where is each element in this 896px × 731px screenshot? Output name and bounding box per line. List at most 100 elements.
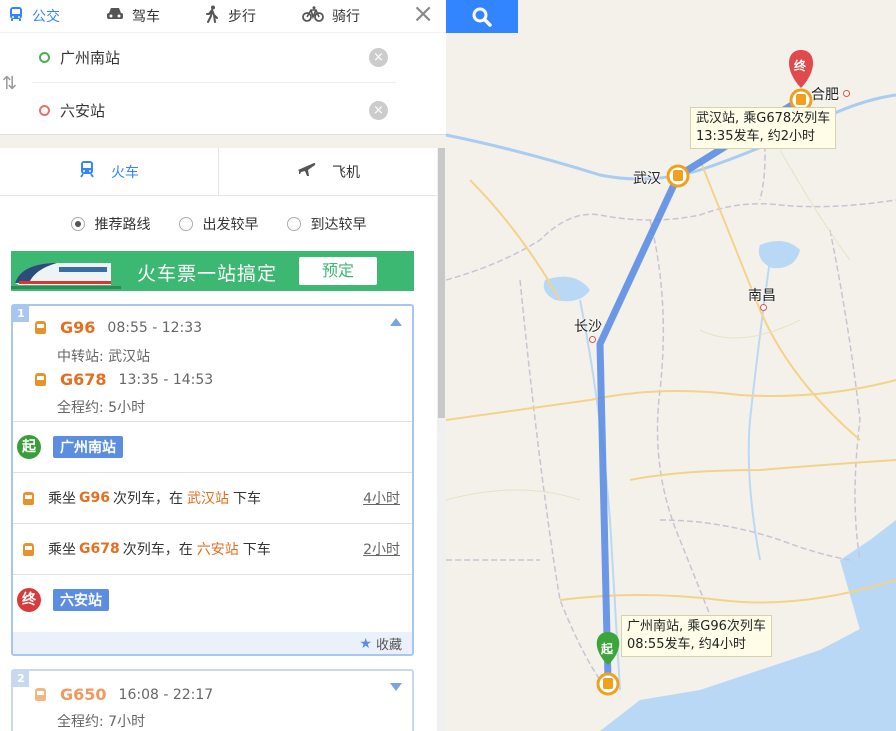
train-small-icon [35, 321, 46, 334]
train-small-icon [23, 491, 34, 505]
bike-icon [302, 6, 324, 26]
start-pin-label: 起 [601, 642, 614, 656]
route-input-panel: ⇅ 广州南站 × 六安站 × [0, 33, 446, 135]
close-icon[interactable]: × [412, 1, 434, 27]
search-button[interactable] [446, 0, 518, 33]
total-duration: 全程约: 5小时 [57, 400, 146, 416]
end-station-chip[interactable]: 六安站 [53, 589, 109, 611]
city-label-nanchang: 南昌 [748, 288, 776, 304]
origin-input[interactable]: 广州南站 [60, 47, 369, 68]
radio-icon [178, 217, 193, 231]
train-small-icon [35, 373, 46, 386]
step-suffix: 下车 [232, 491, 261, 507]
start-station-chip[interactable]: 广州南站 [53, 436, 123, 458]
radio-icon [286, 217, 301, 231]
origin-dot-icon [39, 52, 50, 63]
train-time: 13:35 - 14:53 [118, 371, 214, 388]
plan-card-2[interactable]: 2 G650 16:08 - 22:17 全程约: 7小时 [11, 669, 414, 731]
step-prefix: 乘坐 [48, 542, 76, 558]
plan-index: 2 [13, 671, 29, 687]
mode-tab-walk-label: 步行 [228, 9, 256, 25]
city-label-hefei: 合肥 [811, 87, 839, 103]
mode-tab-bike[interactable]: 骑行 [294, 0, 392, 32]
end-badge-icon: 终 [17, 588, 41, 612]
step-duration-link[interactable]: 2小时 [363, 539, 400, 559]
city-label-changsha: 长沙 [574, 319, 602, 335]
train-number: G678 [60, 370, 107, 389]
clear-origin-icon[interactable]: × [369, 48, 388, 67]
step-station: 武汉站 [186, 491, 229, 507]
star-icon: ★ [359, 635, 372, 652]
train-ticket-banner[interactable]: 火车票一站搞定 预定 [11, 251, 414, 291]
tooltip-guangzhou: 广州南站, 乘G96次列车 08:55发车, 约4小时 [621, 615, 772, 657]
sort-earliest-arrival[interactable]: 到达较早 [286, 210, 367, 238]
train-number: G650 [60, 685, 107, 704]
collapse-arrow-icon[interactable] [390, 318, 402, 326]
tab-train-label: 火车 [111, 164, 139, 181]
city-dot-changsha [589, 336, 596, 343]
mode-tab-bus-label: 公交 [32, 9, 60, 25]
tab-plane[interactable]: 飞机 [218, 148, 437, 195]
search-icon [472, 7, 492, 27]
sort-options: 推荐路线 出发较早 到达较早 [0, 210, 437, 238]
transfer-station: 中转站: 武汉站 [57, 349, 151, 365]
train-small-icon [23, 542, 34, 556]
step-suffix: 下车 [242, 542, 271, 558]
sort-recommended[interactable]: 推荐路线 [70, 210, 151, 238]
mode-tab-car[interactable]: 驾车 [98, 0, 196, 32]
clear-destination-icon[interactable]: × [369, 100, 388, 120]
step-mid: 次列车，在 [112, 491, 183, 507]
step-train: G96 [79, 490, 110, 506]
mode-tab-walk[interactable]: 步行 [196, 0, 294, 32]
plan-2-train-1: G650 16:08 - 22:17 [35, 685, 213, 704]
radio-icon [70, 217, 85, 231]
step-ride-2[interactable]: 乘坐 G678 次列车，在 六安站 下车 2小时 [13, 523, 412, 574]
plan-1-train-2: G678 13:35 - 14:53 [35, 370, 213, 389]
step-duration-link[interactable]: 4小时 [363, 488, 400, 508]
end-pin-label: 终 [794, 59, 807, 73]
tab-train[interactable]: 火车 [0, 148, 218, 195]
step-station: 六安站 [196, 542, 239, 558]
tooltip-wuhan-line1: 武汉站, 乘G678次列车 [696, 111, 831, 126]
bullet-train-icon [11, 263, 121, 289]
start-badge-icon: 起 [17, 435, 41, 459]
city-label-wuhan: 武汉 [633, 171, 661, 187]
bus-icon [8, 6, 24, 26]
tooltip-guangzhou-line2: 08:55发车, 约4小时 [627, 637, 746, 652]
route-line [596, 96, 804, 684]
sort-earliest-departure-label: 出发较早 [202, 217, 259, 233]
sort-recommended-label: 推荐路线 [94, 217, 151, 233]
plane-icon [296, 160, 316, 183]
step-end: 终 六安站 [13, 574, 412, 625]
tooltip-guangzhou-line1: 广州南站, 乘G96次列车 [627, 619, 766, 634]
scrollbar-thumb[interactable] [438, 148, 445, 418]
plan-1-train-1: G96 08:55 - 12:33 [35, 318, 202, 337]
book-button[interactable]: 预定 [299, 257, 377, 285]
tooltip-wuhan: 武汉站, 乘G678次列车 13:35发车, 约2小时 [690, 107, 837, 149]
travel-mode-bar: 公交 驾车 步行 骑行 × [0, 0, 446, 32]
train-time: 16:08 - 22:17 [118, 686, 214, 703]
result-scrollbar[interactable] [437, 148, 446, 731]
train-small-icon [35, 688, 46, 701]
train-time: 08:55 - 12:33 [107, 319, 203, 336]
sort-earliest-departure[interactable]: 出发较早 [178, 210, 259, 238]
expand-arrow-icon[interactable] [390, 683, 402, 691]
destination-input[interactable]: 六安站 [60, 100, 369, 121]
swap-icon[interactable]: ⇅ [2, 73, 17, 94]
favorite-label: 收藏 [375, 638, 402, 653]
train-number: G96 [60, 318, 96, 337]
origin-row[interactable]: 广州南站 × [32, 33, 396, 83]
destination-dot-icon [39, 104, 50, 116]
tooltip-wuhan-line2: 13:35发车, 约2小时 [696, 129, 815, 144]
step-ride-1[interactable]: 乘坐 G96 次列车，在 武汉站 下车 4小时 [13, 472, 412, 523]
tab-plane-label: 飞机 [332, 164, 360, 181]
favorite-button[interactable]: ★ 收藏 [359, 634, 402, 654]
mode-tab-bus[interactable]: 公交 [0, 0, 98, 32]
car-icon [106, 6, 124, 26]
mode-tab-bike-label: 骑行 [332, 9, 360, 25]
banner-text: 火车票一站搞定 [137, 263, 278, 285]
destination-row[interactable]: 六安站 × [32, 85, 396, 135]
plan-card-1[interactable]: 1 G96 08:55 - 12:33 中转站: 武汉站 G678 13:35 … [11, 304, 414, 656]
step-start: 起 广州南站 [13, 421, 412, 472]
mode-tab-car-label: 驾车 [132, 9, 160, 25]
